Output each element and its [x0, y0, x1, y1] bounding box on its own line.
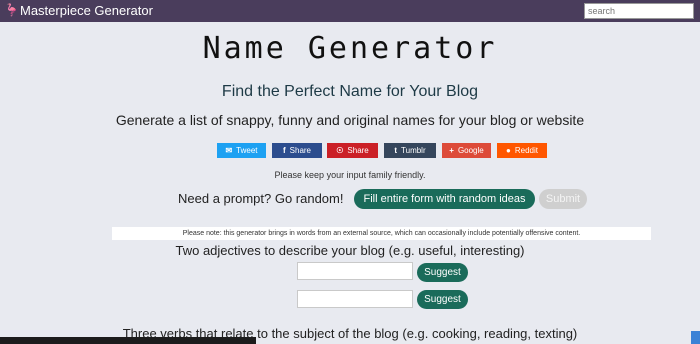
family-friendly-note: Please keep your input family friendly.	[274, 170, 426, 180]
tumblr-share-button[interactable]: t Tumblr	[384, 143, 436, 158]
adjective-input-2[interactable]	[297, 290, 413, 308]
adjectives-question: Two adjectives to describe your blog (e.…	[175, 243, 525, 258]
page-description: Generate a list of snappy, funny and ori…	[115, 112, 585, 128]
pinterest-share-button[interactable]: ☉ Share	[327, 143, 378, 158]
share-label: Share	[347, 146, 369, 155]
google-share-button[interactable]: + Google	[442, 143, 491, 158]
share-buttons: ✉ Tweet f Share ☉ Share t Tumblr + Google ● Re…	[0, 143, 700, 158]
pinterest-icon: ☉	[336, 146, 344, 155]
random-prompt-label: Need a prompt? Go random!	[178, 191, 344, 206]
brand-title[interactable]: Masterpiece Generator	[20, 3, 153, 19]
facebook-icon: f	[282, 146, 286, 155]
fill-random-button[interactable]: Fill entire form with random ideas	[354, 189, 535, 209]
twitter-share-button[interactable]: ✉ Tweet	[217, 143, 266, 158]
reddit-share-button[interactable]: ● Reddit	[497, 143, 547, 158]
search-input[interactable]	[584, 3, 694, 19]
tumblr-icon: t	[394, 146, 398, 155]
twitter-icon: ✉	[225, 146, 233, 155]
facebook-share-button[interactable]: f Share	[272, 143, 322, 158]
reddit-icon: ●	[506, 146, 511, 155]
top-navbar: 🦩 Masterpiece Generator	[0, 0, 700, 22]
page-subtitle: Find the Perfect Name for Your Blog	[221, 83, 479, 100]
side-tab[interactable]	[691, 331, 700, 344]
suggest-button-2[interactable]: Suggest	[417, 290, 468, 309]
share-label: Share	[289, 146, 312, 155]
status-bar	[0, 337, 256, 344]
submit-button[interactable]: Submit	[539, 189, 587, 209]
suggest-button-1[interactable]: Suggest	[417, 263, 468, 282]
share-label: Tumblr	[401, 146, 426, 155]
share-label: Tweet	[236, 146, 258, 155]
adjective-input-1[interactable]	[297, 262, 413, 280]
share-label: Google	[457, 146, 484, 155]
flamingo-icon[interactable]: 🦩	[4, 3, 19, 17]
page-title: Name Generator	[202, 31, 498, 66]
external-source-note: Please note: this generator brings in wo…	[112, 227, 651, 240]
google-plus-icon: +	[449, 146, 454, 155]
share-label: Reddit	[514, 146, 538, 155]
